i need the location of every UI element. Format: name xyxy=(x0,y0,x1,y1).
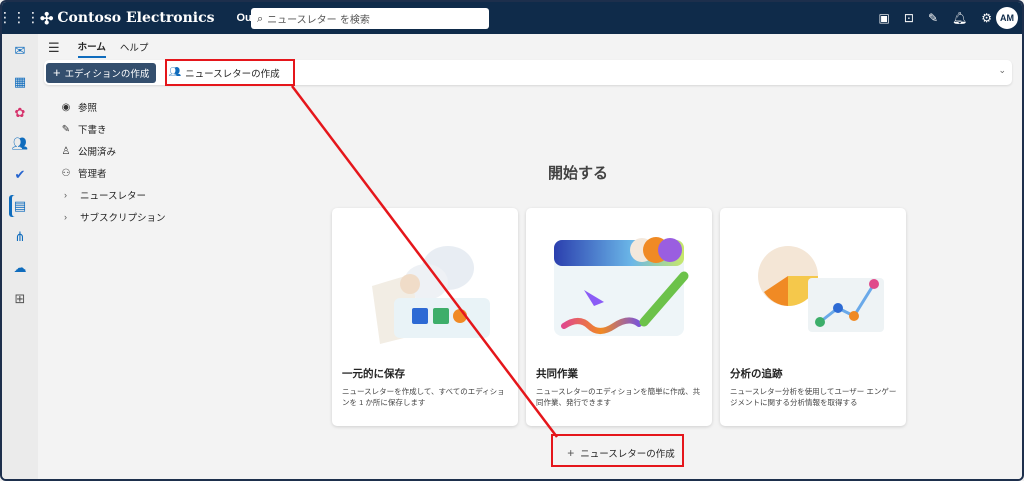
annotation-arrow-line xyxy=(291,85,558,438)
app-window: ⋮⋮⋮ ✣ Contoso Electronics Outlook ⌕ ニュース… xyxy=(0,0,1024,481)
